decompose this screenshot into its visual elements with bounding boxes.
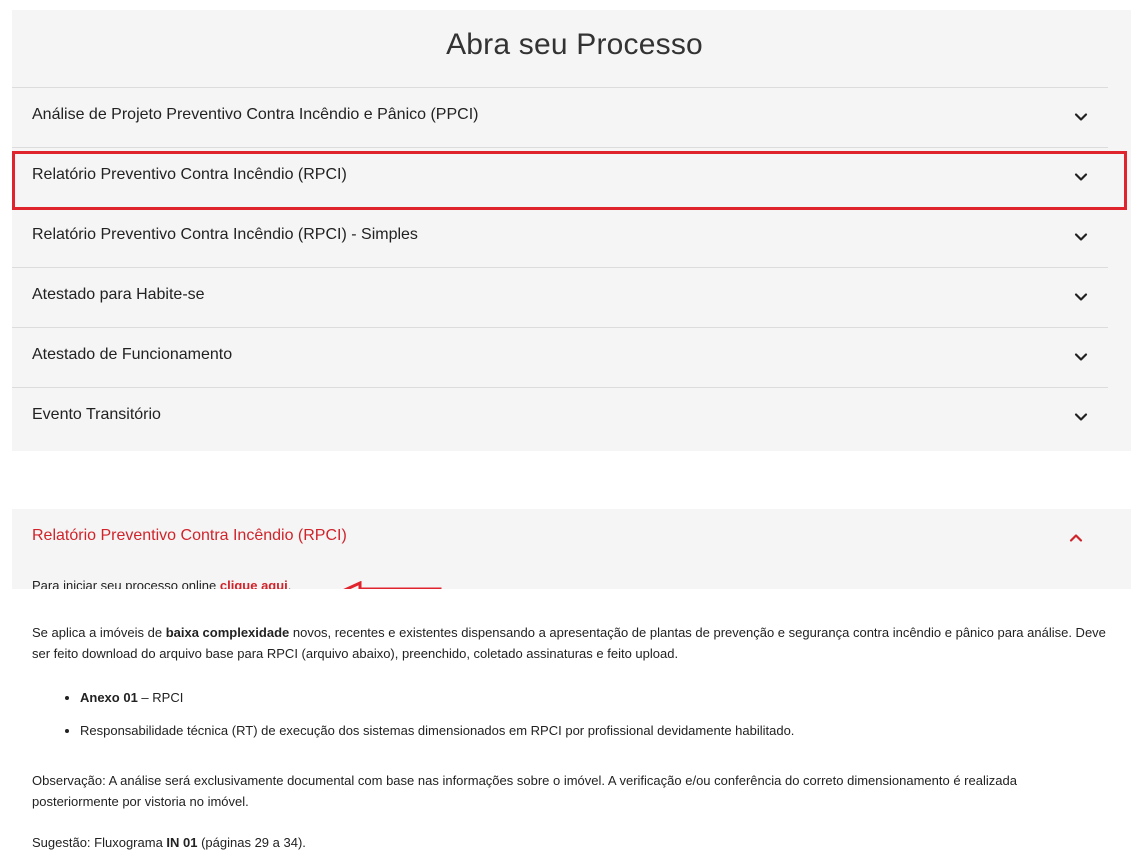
list-item: Responsabilidade técnica (RT) de execuçã… [80, 720, 794, 741]
page-title: Abra seu Processo [446, 28, 703, 61]
accordion-item-label: Análise de Projeto Preventivo Contra Inc… [32, 106, 479, 123]
chevron-down-icon [1074, 353, 1088, 361]
expanded-panel-header[interactable]: Relatório Preventivo Contra Incêndio (RP… [12, 509, 1105, 607]
accordion-item-label: Relatório Preventivo Contra Incêndio (RP… [32, 226, 418, 243]
accordion-item-rpci-simples[interactable]: Relatório Preventivo Contra Incêndio (RP… [12, 207, 1108, 267]
accordion-item-evento-transitorio[interactable]: Evento Transitório [12, 387, 1108, 447]
expanded-panel-body: Se aplica a imóveis de baixa complexidad… [12, 589, 1107, 863]
accordion-item-label: Relatório Preventivo Contra Incêndio (RP… [32, 166, 347, 183]
accordion-item-habite-se[interactable]: Atestado para Habite-se [12, 267, 1108, 327]
chevron-up-icon [1069, 534, 1083, 542]
chevron-down-icon [1074, 233, 1088, 241]
observation-paragraph: Observação: A análise será exclusivament… [32, 773, 1017, 809]
accordion-item-label: Evento Transitório [32, 406, 161, 423]
chevron-down-icon [1074, 413, 1088, 421]
suggestion-bold: IN 01 [166, 835, 198, 850]
accordion-list: Análise de Projeto Preventivo Contra Inc… [12, 87, 1108, 447]
desc-prefix: Se aplica a imóveis de [32, 625, 166, 640]
list-item: Anexo 01 – RPCI [80, 687, 794, 708]
suggestion-prefix: Sugestão: Fluxograma [32, 835, 167, 850]
requirements-list: Anexo 01 – RPCI Responsabilidade técnica… [60, 687, 794, 753]
accordion-item-label: Atestado para Habite-se [32, 286, 205, 303]
accordion-item-ppci[interactable]: Análise de Projeto Preventivo Contra Inc… [12, 87, 1108, 147]
panel-edge [1105, 509, 1131, 589]
desc-bold: baixa complexidade [165, 625, 290, 640]
annex-rest: – RPCI [137, 690, 184, 705]
accordion-item-rpci[interactable]: Relatório Preventivo Contra Incêndio (RP… [12, 147, 1108, 207]
suggestion-line: Sugestão: Fluxograma IN 01 (páginas 29 a… [32, 832, 306, 853]
description-paragraph: Se aplica a imóveis de baixa complexidad… [32, 622, 1107, 664]
chevron-down-icon [1074, 173, 1088, 181]
accordion-item-funcionamento[interactable]: Atestado de Funcionamento [12, 327, 1108, 387]
accordion-item-label: Atestado de Funcionamento [32, 346, 233, 363]
chevron-down-icon [1074, 293, 1088, 301]
suggestion-suffix: (páginas 29 a 34). [197, 835, 306, 850]
expanded-panel-title: Relatório Preventivo Contra Incêndio (RP… [32, 527, 347, 544]
chevron-down-icon [1074, 113, 1088, 121]
annex-label: Anexo 01 [80, 690, 138, 705]
